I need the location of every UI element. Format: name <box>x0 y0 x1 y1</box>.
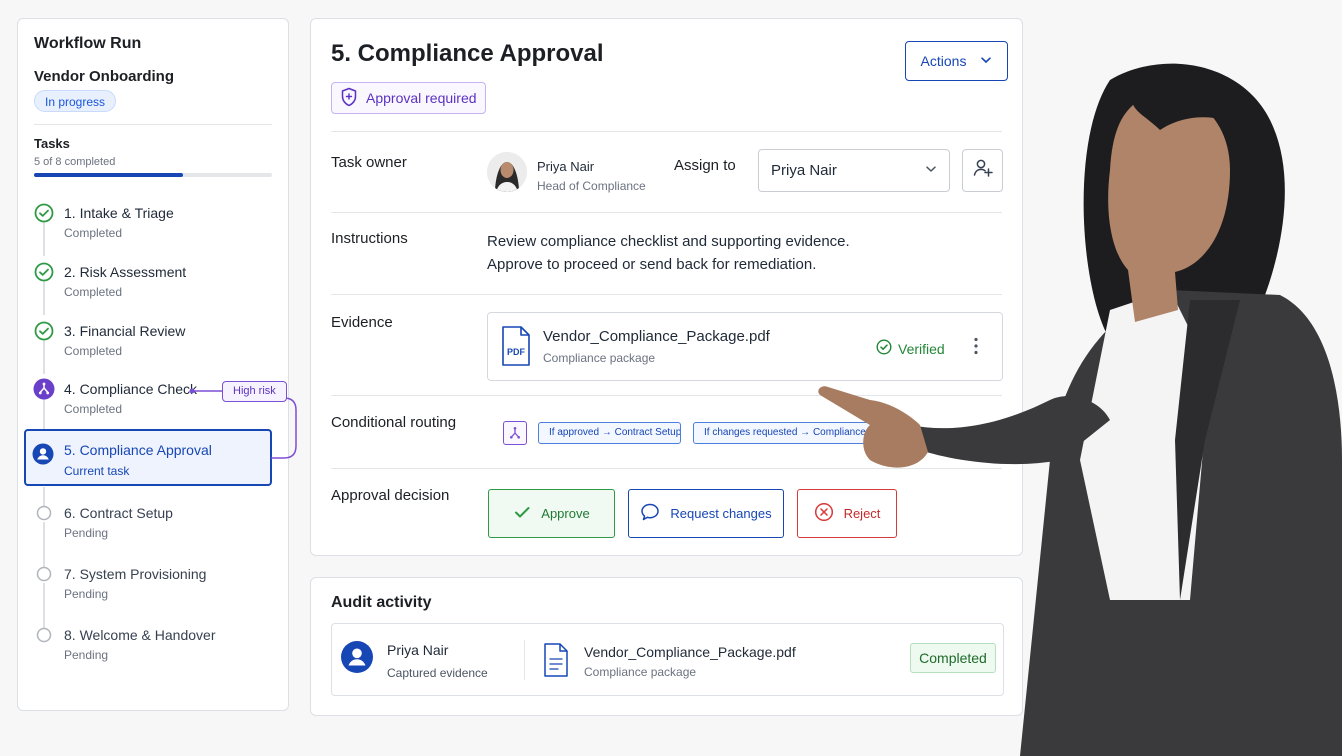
instructions-label: Instructions <box>331 230 408 247</box>
task-label: 1. Intake & Triage <box>64 205 174 221</box>
audit-divider <box>524 640 525 680</box>
routing-branch-icon <box>503 421 527 445</box>
evidence-label: Evidence <box>331 314 393 331</box>
user-avatar-icon <box>341 641 373 673</box>
request-changes-button[interactable]: Request changes <box>628 489 784 538</box>
comment-icon <box>640 502 660 525</box>
request-changes-label: Request changes <box>670 506 772 521</box>
evidence-filename: Vendor_Compliance_Package.pdf <box>543 328 770 345</box>
tasks-progress-fill <box>34 173 183 177</box>
approval-decision-label: Approval decision <box>331 487 450 504</box>
tasks-heading: Tasks <box>34 136 70 151</box>
owner-role: Head of Compliance <box>537 179 646 193</box>
sidebar-divider <box>34 124 272 125</box>
pending-circle-icon <box>34 625 54 645</box>
task-status: Completed <box>64 402 123 416</box>
task-item-contract-setup[interactable]: 6. Contract Setup Pending <box>34 503 272 553</box>
document-icon <box>543 642 569 683</box>
pending-circle-icon <box>34 503 54 523</box>
task-item-intake-triage[interactable]: 1. Intake & Triage Completed <box>34 203 272 253</box>
route-if-approved[interactable]: If approved → Contract Setup <box>538 422 681 444</box>
sidebar-title: Workflow Run <box>34 35 142 52</box>
approval-required-label: Approval required <box>366 90 477 106</box>
evidence-subtitle: Compliance package <box>543 351 656 365</box>
owner-name: Priya Nair <box>537 159 595 174</box>
task-label: 2. Risk Assessment <box>64 264 187 280</box>
pdf-tag: PDF <box>507 347 526 357</box>
task-status: Completed <box>64 226 123 240</box>
check-circle-icon <box>34 321 54 341</box>
conditional-routing-label: Conditional routing <box>331 414 457 431</box>
audit-title: Audit activity <box>331 594 432 611</box>
task-label: 8. Welcome & Handover <box>64 627 216 643</box>
audit-action: Captured evidence <box>387 666 488 680</box>
instructions-line: Review compliance checklist and supporti… <box>487 233 850 250</box>
owner-avatar <box>487 152 527 192</box>
task-item-risk-assessment[interactable]: 2. Risk Assessment Completed <box>34 262 272 312</box>
pending-circle-icon <box>34 564 54 584</box>
approval-required-chip: Approval required <box>331 82 486 114</box>
task-item-compliance-approval[interactable]: 5. Compliance Approval Current task <box>24 429 272 486</box>
task-label: 7. System Provisioning <box>64 566 207 582</box>
pdf-file-icon: PDF <box>501 325 531 372</box>
task-status: Pending <box>64 587 109 601</box>
page-title: 5. Compliance Approval <box>331 40 604 67</box>
task-status: Pending <box>64 526 109 540</box>
task-label: 3. Financial Review <box>64 323 186 339</box>
tasks-progress-text: 5 of 8 completed <box>34 156 116 168</box>
task-status: Completed <box>64 285 123 299</box>
approve-label: Approve <box>541 506 590 521</box>
check-circle-icon <box>34 203 54 223</box>
user-circle-icon <box>32 443 54 465</box>
workflow-sidebar: Workflow Run Vendor Onboarding In progre… <box>17 18 289 711</box>
approve-button[interactable]: Approve <box>488 489 615 538</box>
shield-icon <box>340 87 358 110</box>
audit-filename: Vendor_Compliance_Package.pdf <box>584 644 796 660</box>
task-item-welcome-handover[interactable]: 8. Welcome & Handover Pending <box>34 625 272 675</box>
presenter-photo <box>818 63 1342 756</box>
task-owner-label: Task owner <box>331 154 407 171</box>
check-circle-icon <box>34 262 54 282</box>
task-label: 5. Compliance Approval <box>64 442 212 458</box>
high-risk-chip[interactable]: High risk <box>222 381 287 402</box>
branch-icon <box>33 378 55 400</box>
task-status: Pending <box>64 648 109 662</box>
workflow-name: Vendor Onboarding <box>34 68 175 85</box>
audit-actor: Priya Nair <box>387 642 449 658</box>
instructions-text: Review compliance checklist and supporti… <box>487 230 850 276</box>
task-item-system-provisioning[interactable]: 7. System Provisioning Pending <box>34 564 272 614</box>
status-badge: In progress <box>34 90 117 112</box>
tasks-progress-bar <box>34 173 272 177</box>
assign-to-label: Assign to <box>674 157 736 174</box>
audit-file-subtitle: Compliance package <box>584 665 697 679</box>
instructions-line: Approve to proceed or send back for reme… <box>487 256 817 273</box>
task-status: Current task <box>64 464 130 478</box>
task-label: 6. Contract Setup <box>64 505 173 521</box>
task-status: Completed <box>64 344 123 358</box>
check-icon <box>513 503 531 524</box>
task-label: 4. Compliance Check <box>64 381 198 397</box>
task-item-financial-review[interactable]: 3. Financial Review Completed <box>34 321 272 371</box>
